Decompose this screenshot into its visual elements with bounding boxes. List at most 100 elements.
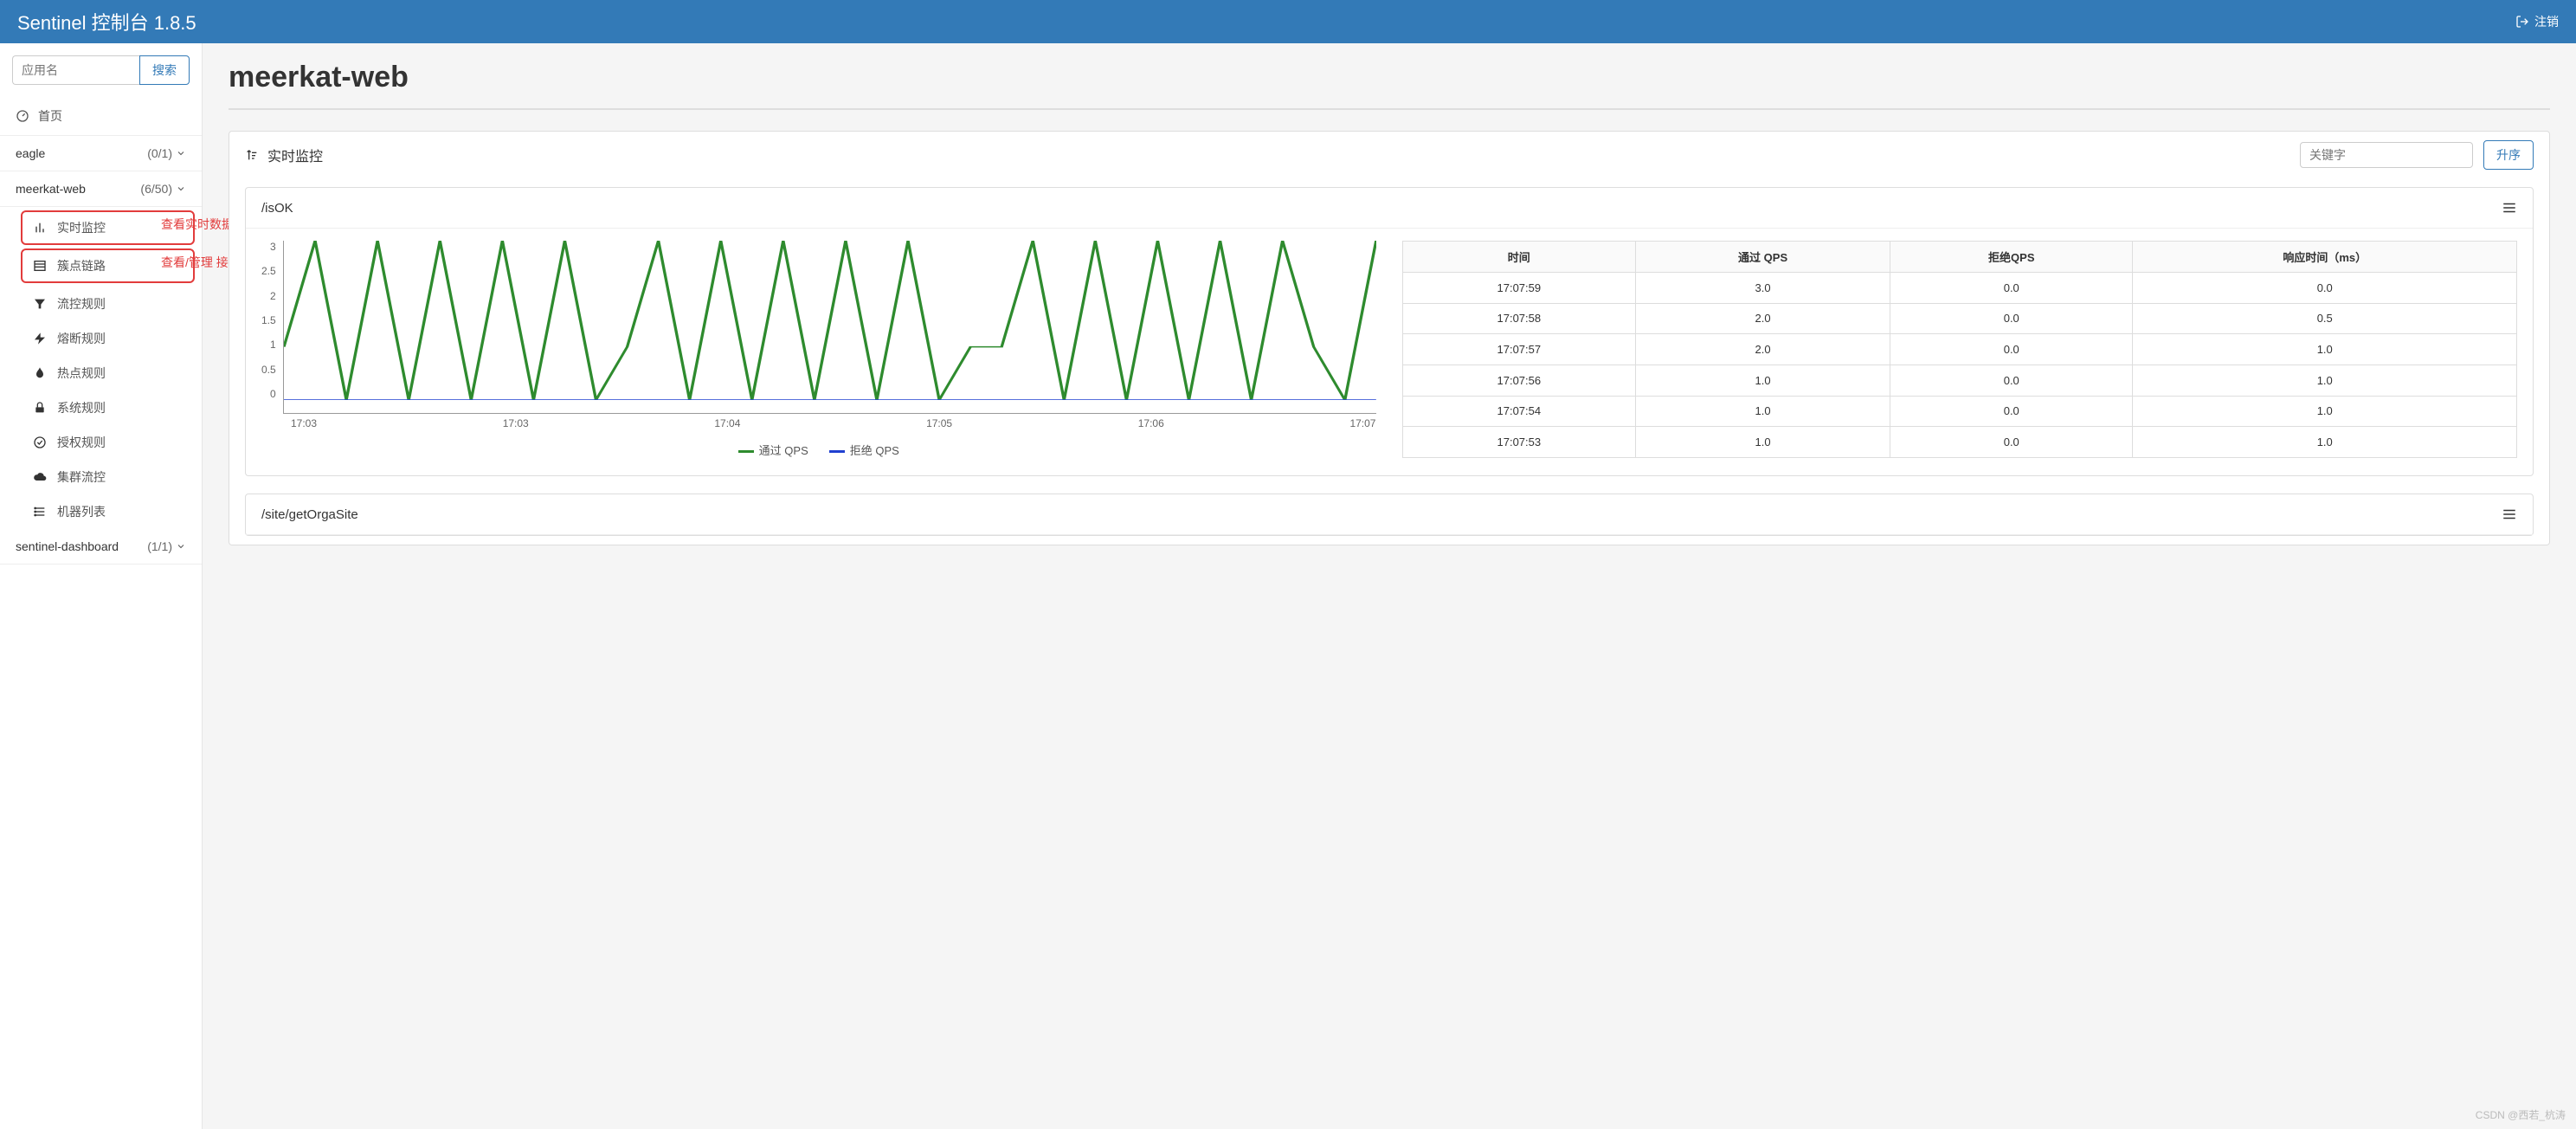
panel-title: 实时监控 [267, 145, 323, 165]
table-row: 17:07:582.00.00.5 [1402, 303, 2517, 334]
table-cell: 17:07:58 [1402, 303, 1636, 334]
resource-card-getorgasite: /site/getOrgaSite [245, 494, 2534, 536]
chart-legend: 通过 QPS 拒绝 QPS [261, 442, 1376, 458]
app-count: (1/1) [147, 539, 172, 553]
table-cell: 0.5 [2133, 303, 2517, 334]
app-search-button[interactable]: 搜索 [139, 55, 190, 85]
app-item-meerkat-web[interactable]: meerkat-web (6/50) [0, 171, 202, 207]
server-list-icon [33, 505, 47, 519]
sort-button[interactable]: 升序 [2483, 140, 2534, 170]
chart-area: 3 2.5 2 1.5 1 0.5 0 [261, 241, 1376, 458]
menu-machine-list[interactable]: 机器列表 [0, 494, 202, 529]
table-cell: 1.0 [1636, 365, 1890, 396]
x-tick: 17:03 [291, 417, 317, 429]
lock-icon [33, 401, 47, 415]
app-name: sentinel-dashboard [16, 539, 119, 553]
menu-degrade-rules[interactable]: 熔断规则 [0, 321, 202, 356]
sidebar: 搜索 首页 eagle (0/1) meerkat-web (6/50) 查看实… [0, 43, 203, 1129]
menu-label: 流控规则 [57, 295, 106, 313]
table-row: 17:07:572.00.01.0 [1402, 334, 2517, 365]
x-tick: 17:03 [503, 417, 529, 429]
table-header: 通过 QPS [1636, 242, 1890, 273]
app-title: Sentinel 控制台 1.8.5 [17, 8, 196, 35]
card-title: /isOK [261, 201, 293, 216]
x-tick: 17:04 [714, 417, 740, 429]
header-logout[interactable]: 注销 [2515, 13, 2559, 30]
monitor-panel: 实时监控 升序 /isOK 3 2. [229, 131, 2550, 545]
legend-pass: 通过 QPS [738, 442, 808, 458]
y-tick: 1.5 [261, 314, 276, 326]
y-tick: 0 [270, 388, 276, 400]
table-cell: 1.0 [2133, 334, 2517, 365]
table-row: 17:07:541.00.01.0 [1402, 396, 2517, 427]
app-name: meerkat-web [16, 182, 86, 196]
app-search-input[interactable] [12, 55, 139, 85]
table-header: 拒绝QPS [1890, 242, 2133, 273]
table-cell: 3.0 [1636, 273, 1890, 304]
page-title: meerkat-web [229, 61, 2550, 94]
table-cell: 0.0 [1890, 273, 2133, 304]
fire-icon [33, 366, 47, 380]
y-tick: 2 [270, 290, 276, 302]
chart-plot [283, 241, 1376, 414]
app-item-eagle[interactable]: eagle (0/1) [0, 136, 202, 171]
submenu: 查看实时数据 查看/管理 接口 实时监控 簇点链路 流控规则 熔断规则 热点规则 [0, 210, 202, 529]
menu-label: 簇点链路 [57, 257, 106, 274]
keyword-input[interactable] [2300, 142, 2473, 168]
menu-authority-rules[interactable]: 授权规则 [0, 425, 202, 460]
menu-label: 集群流控 [57, 468, 106, 486]
cloud-icon [33, 470, 47, 484]
nav-home[interactable]: 首页 [0, 97, 202, 136]
flash-icon [33, 332, 47, 345]
table-row: 17:07:531.00.01.0 [1402, 427, 2517, 458]
table-row: 17:07:593.00.00.0 [1402, 273, 2517, 304]
table-header: 时间 [1402, 242, 1636, 273]
y-tick: 1 [270, 339, 276, 351]
table-header: 响应时间（ms） [2133, 242, 2517, 273]
divider [229, 108, 2550, 110]
y-tick: 2.5 [261, 265, 276, 277]
app-name: eagle [16, 146, 45, 160]
card-title: /site/getOrgaSite [261, 507, 358, 522]
x-tick: 17:06 [1138, 417, 1164, 429]
logout-icon [2515, 15, 2529, 29]
menu-cluster-flow[interactable]: 集群流控 [0, 460, 202, 494]
table-cell: 0.0 [2133, 273, 2517, 304]
menu-label: 系统规则 [57, 399, 106, 416]
bar-chart-icon [33, 221, 47, 235]
table-cell: 1.0 [2133, 427, 2517, 458]
y-axis: 3 2.5 2 1.5 1 0.5 0 [261, 241, 283, 400]
table-cell: 17:07:59 [1402, 273, 1636, 304]
menu-icon[interactable] [2502, 506, 2517, 522]
sort-icon [245, 148, 259, 162]
menu-system-rules[interactable]: 系统规则 [0, 390, 202, 425]
table-cell: 2.0 [1636, 303, 1890, 334]
menu-label: 机器列表 [57, 503, 106, 520]
table-cell: 0.0 [1890, 365, 2133, 396]
table-cell: 17:07:53 [1402, 427, 1636, 458]
menu-label: 熔断规则 [57, 330, 106, 347]
watermark: CSDN @西若_杭涛 [2476, 1107, 2566, 1122]
table-cell: 1.0 [1636, 427, 1890, 458]
menu-flow-rules[interactable]: 流控规则 [0, 287, 202, 321]
table-row: 17:07:561.00.01.0 [1402, 365, 2517, 396]
app-item-sentinel-dashboard[interactable]: sentinel-dashboard (1/1) [0, 529, 202, 564]
check-circle-icon [33, 435, 47, 449]
table-cell: 0.0 [1890, 303, 2133, 334]
x-tick: 17:07 [1349, 417, 1375, 429]
table-cell: 17:07:56 [1402, 365, 1636, 396]
y-tick: 3 [270, 241, 276, 253]
menu-icon[interactable] [2502, 200, 2517, 216]
menu-label: 热点规则 [57, 365, 106, 382]
menu-label: 实时监控 [57, 219, 106, 236]
menu-param-rules[interactable]: 热点规则 [0, 356, 202, 390]
y-tick: 0.5 [261, 364, 276, 376]
chevron-down-icon [176, 541, 186, 552]
table-cell: 17:07:57 [1402, 334, 1636, 365]
legend-reject: 拒绝 QPS [829, 442, 899, 458]
table-cell: 1.0 [2133, 365, 2517, 396]
list-icon [33, 259, 47, 273]
table-cell: 17:07:54 [1402, 396, 1636, 427]
x-tick: 17:05 [926, 417, 952, 429]
resource-card-isok: /isOK 3 2.5 2 1.5 1 0.5 [245, 187, 2534, 476]
